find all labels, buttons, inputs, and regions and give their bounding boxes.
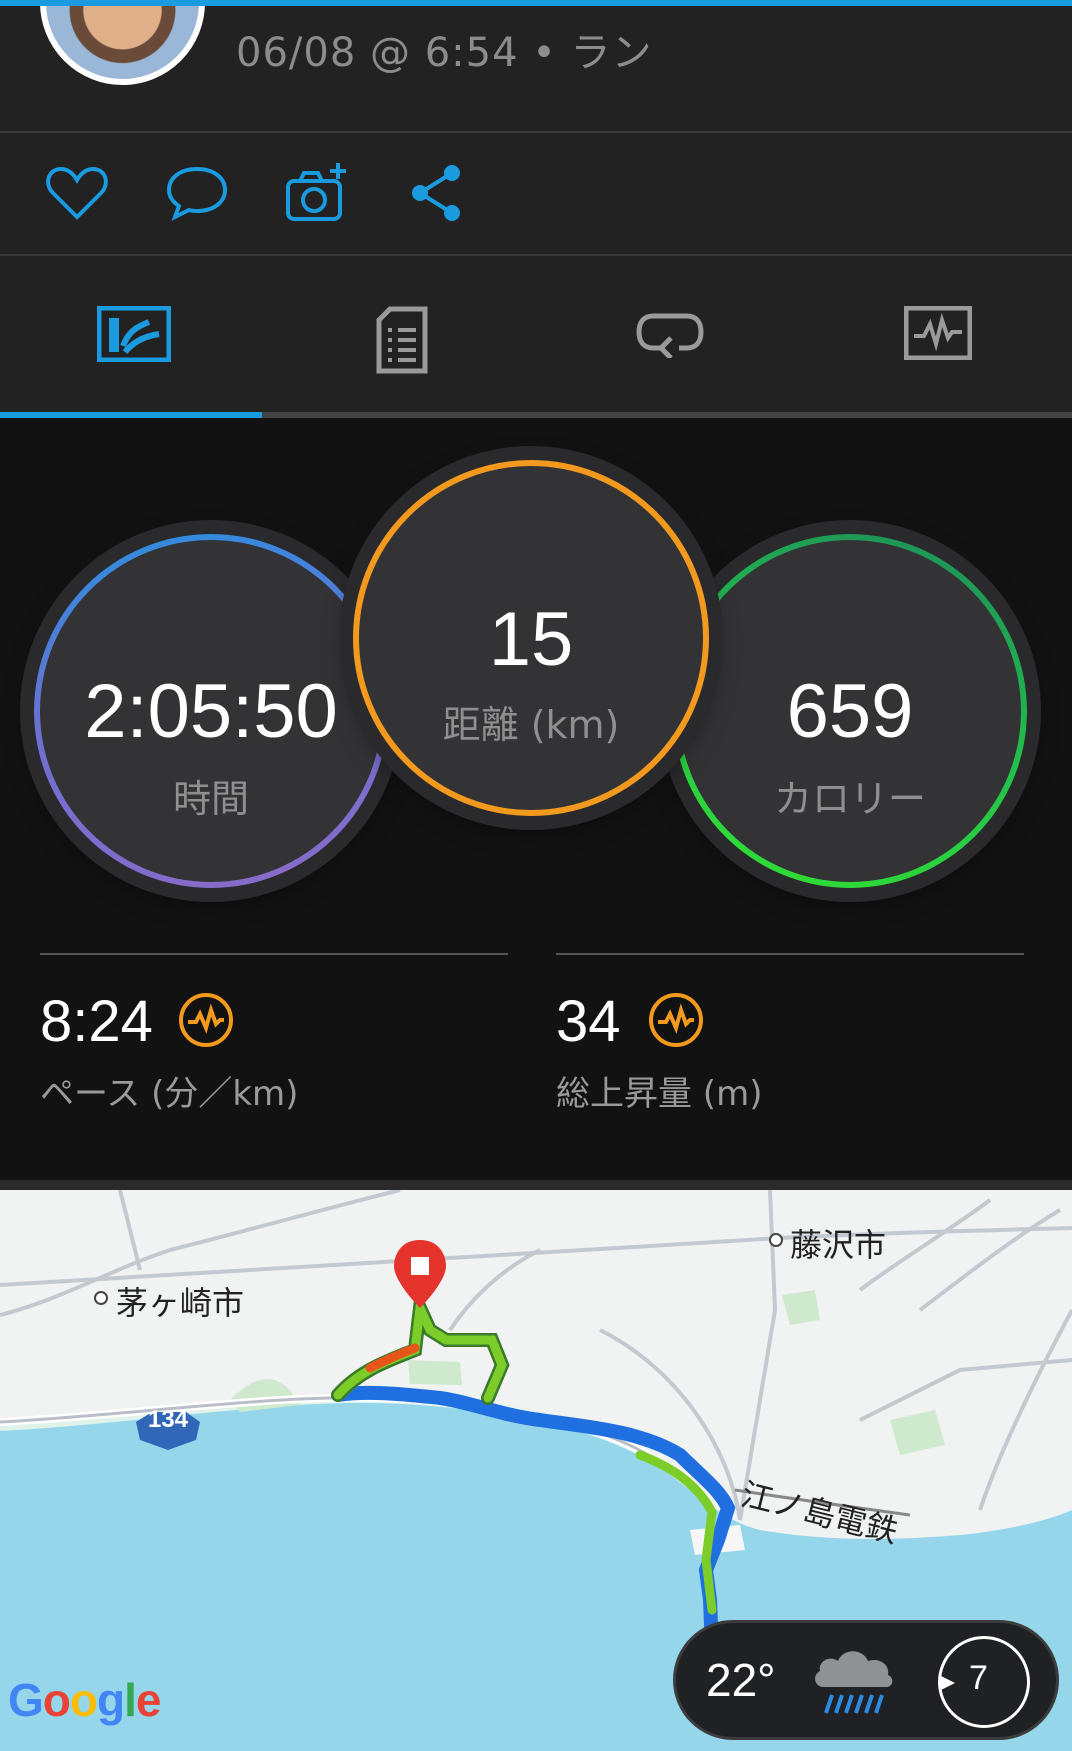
- distance-ring[interactable]: 15 距離 (km): [353, 460, 709, 816]
- top-accent-line: [0, 0, 1072, 6]
- tab-laps[interactable]: [536, 256, 804, 414]
- time-label: 時間: [172, 777, 249, 821]
- activity-header: 06/08 @ 6:54 • ラン: [0, 0, 1072, 132]
- share-icon[interactable]: [404, 161, 470, 225]
- pace-value: 8:24: [40, 989, 153, 1054]
- calories-value: 659: [786, 669, 914, 754]
- calories-label: カロリー: [773, 777, 926, 821]
- wind-indicator: 7: [938, 1636, 1030, 1728]
- distance-label: 距離 (km): [442, 703, 620, 747]
- route-map[interactable]: 茅ヶ崎市 藤沢市 江ノ島電鉄 134 Google 22° 7: [0, 1180, 1072, 1751]
- comment-icon[interactable]: [164, 161, 230, 225]
- road-shield-134: 134: [147, 1406, 189, 1433]
- avatar[interactable]: [40, 0, 205, 85]
- time-value: 2:05:50: [84, 669, 338, 754]
- wind-speed: 7: [969, 1659, 988, 1697]
- ascent-value: 34: [556, 989, 621, 1054]
- document-icon: [376, 306, 428, 374]
- divider: [556, 953, 1024, 955]
- ascent-info-icon[interactable]: [648, 992, 704, 1048]
- add-photo-icon[interactable]: [284, 161, 350, 225]
- heart-icon[interactable]: [44, 161, 110, 225]
- stats-panel: 2:05:50 時間 659 カロリー 15 距離 (km) 8:24 ペース …: [0, 418, 1072, 1180]
- tab-details[interactable]: [268, 256, 536, 414]
- distance-value: 15: [488, 597, 574, 682]
- weather-widget[interactable]: 22° 7: [673, 1620, 1059, 1740]
- weather-temp: 22°: [706, 1654, 776, 1706]
- time-ring[interactable]: 2:05:50 時間: [34, 534, 388, 888]
- calories-ring[interactable]: 659 カロリー: [673, 534, 1027, 888]
- pace-info-icon[interactable]: [178, 992, 234, 1048]
- laps-icon: [636, 313, 704, 358]
- chart-icon: [904, 306, 972, 360]
- ascent-label: 総上昇量 (m): [556, 1074, 763, 1114]
- activity-tabs: [0, 256, 1072, 414]
- tab-charts[interactable]: [804, 256, 1072, 414]
- activity-datetime: 06/08 @ 6:54 • ラン: [236, 30, 653, 76]
- pace-label: ペース (分／km): [40, 1074, 299, 1114]
- tab-overview[interactable]: [0, 256, 268, 414]
- divider: [40, 953, 508, 955]
- map-label-chigasaki: 茅ヶ崎市: [116, 1284, 245, 1322]
- overview-icon: [97, 306, 171, 362]
- wind-arrow-icon: [939, 1675, 955, 1691]
- google-logo: Google: [8, 1674, 161, 1726]
- map-label-fujisawa: 藤沢市: [790, 1226, 887, 1264]
- rain-cloud-icon: [815, 1651, 893, 1714]
- action-bar: [0, 133, 1072, 255]
